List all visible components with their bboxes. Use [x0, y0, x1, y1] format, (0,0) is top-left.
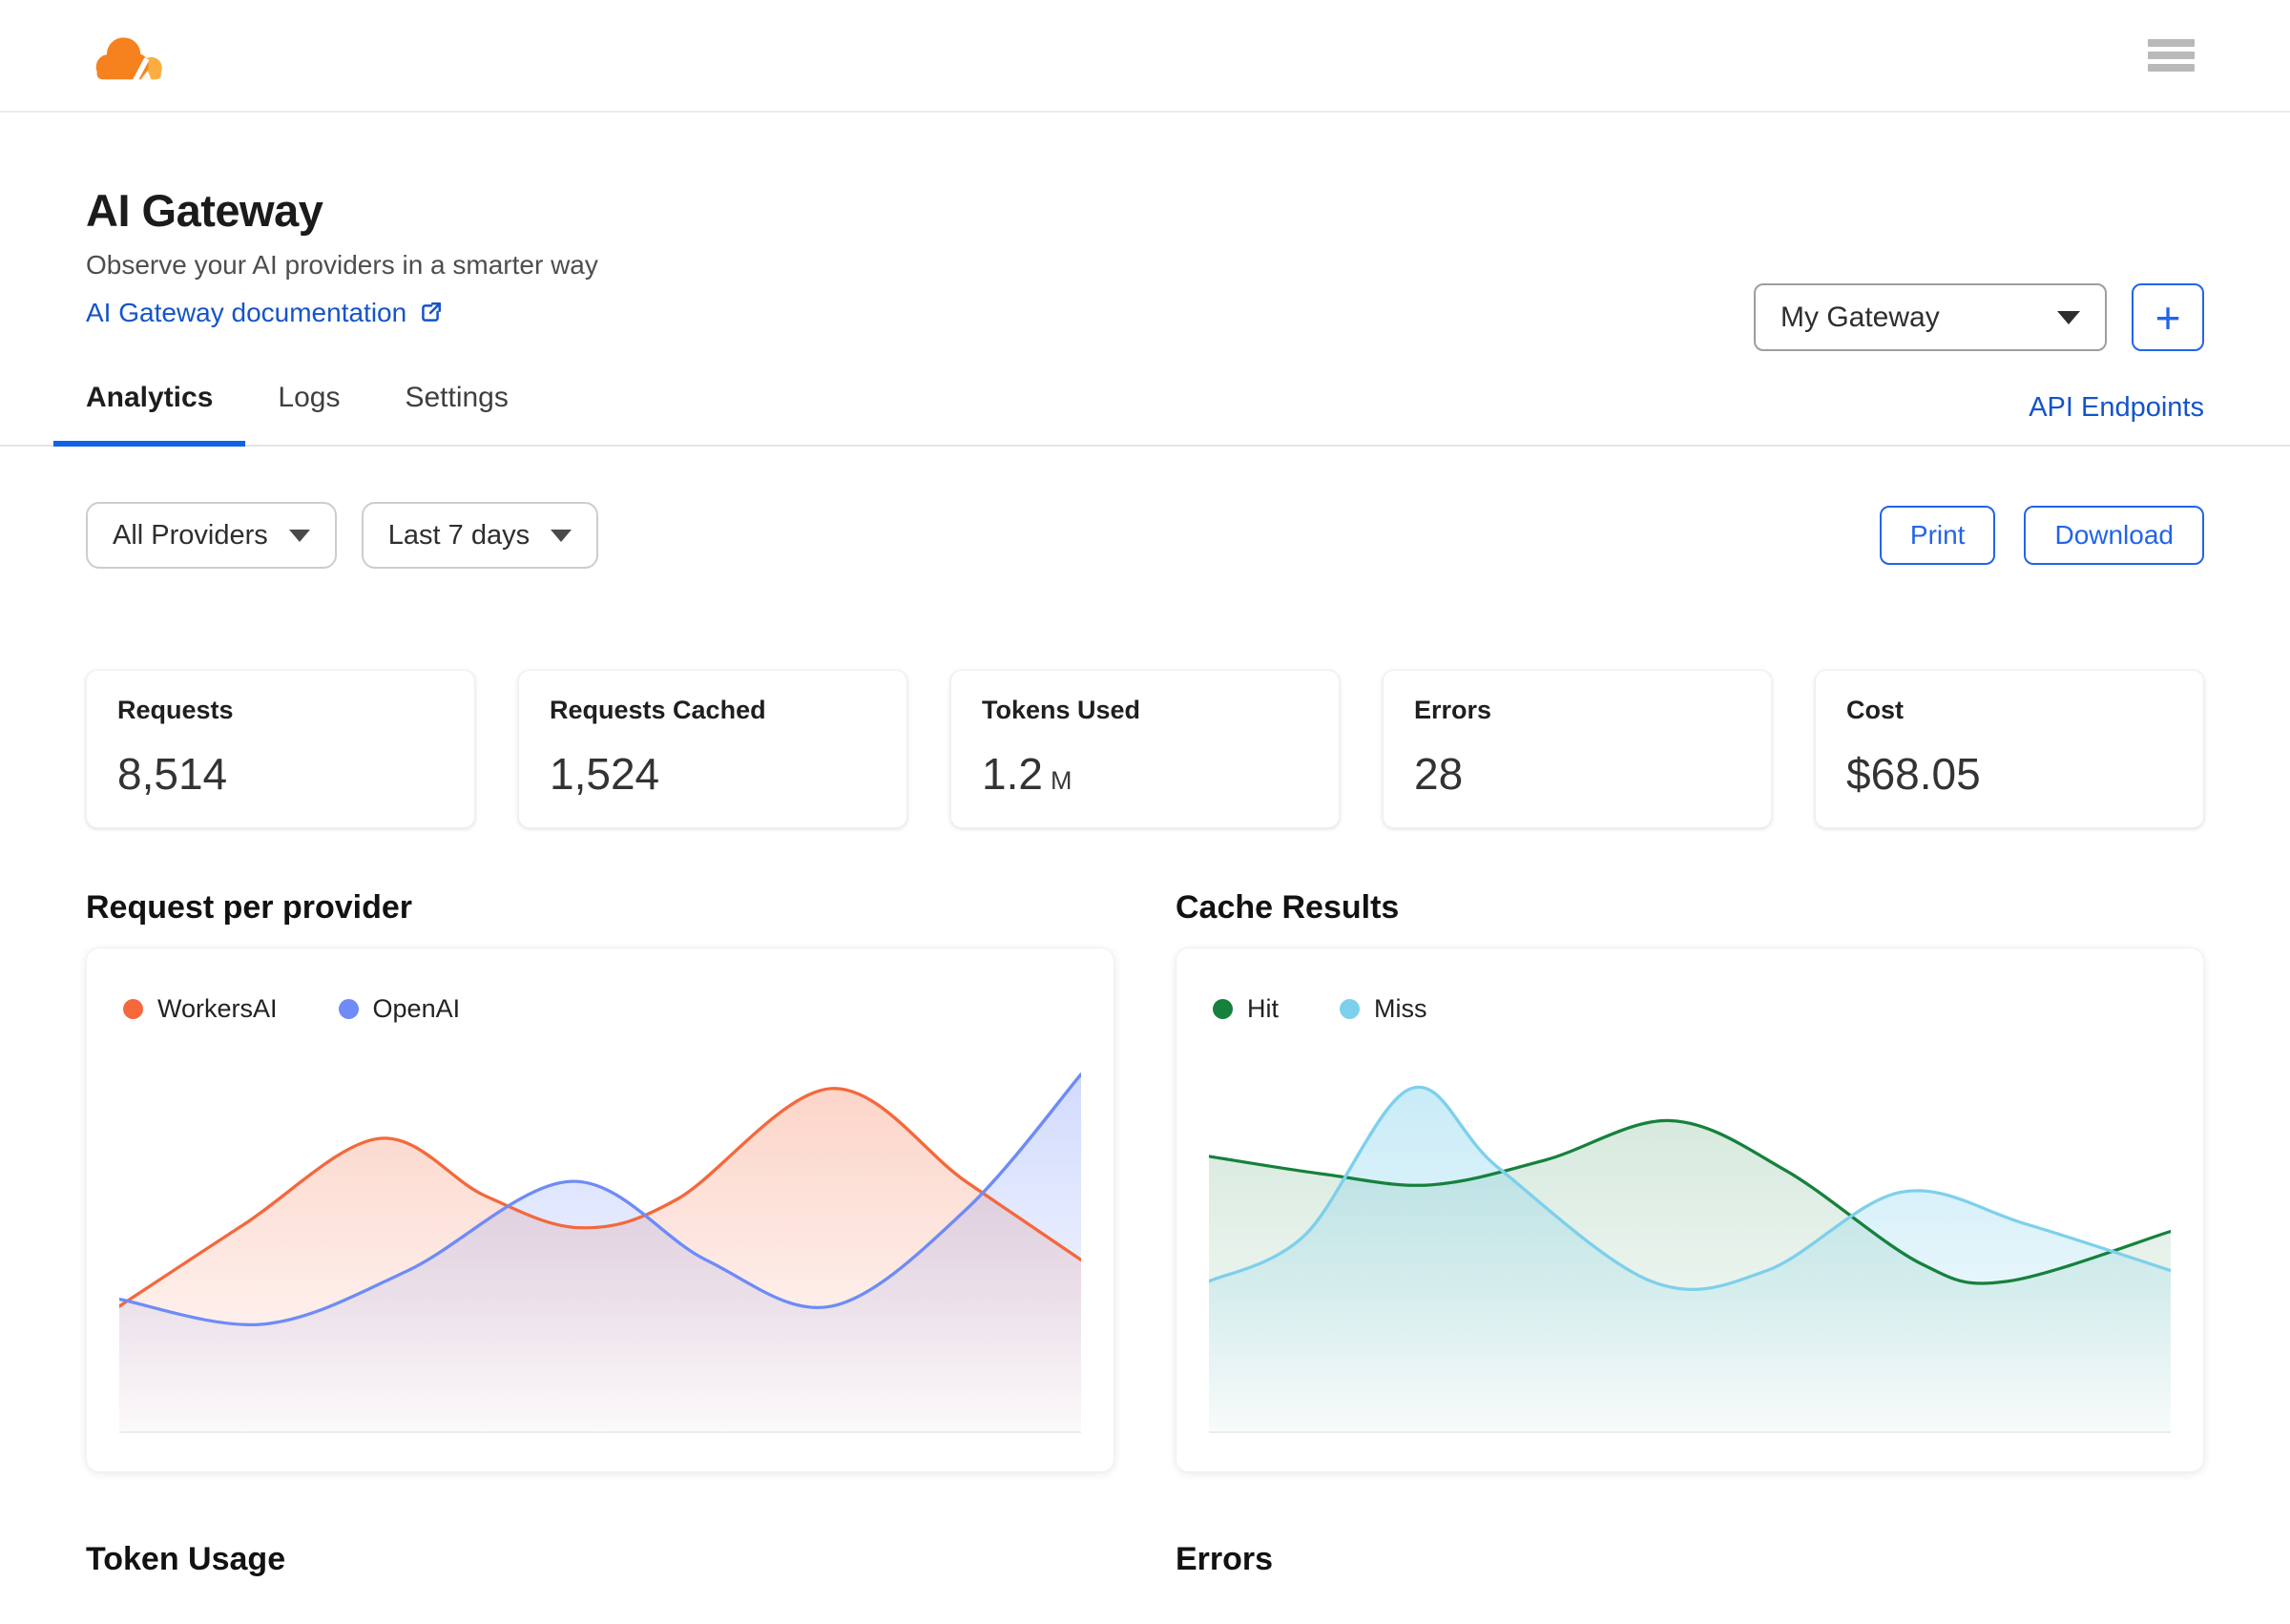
stat-label: Errors	[1414, 696, 1492, 725]
stats-row: Requests 8,514 Requests Cached 1,524 Tok…	[86, 670, 2204, 829]
cloudflare-logo	[95, 37, 162, 82]
documentation-link[interactable]: AI Gateway documentation	[86, 298, 443, 328]
gateway-controls: My Gateway +	[1754, 283, 2204, 351]
stat-value: 1.2 M	[982, 749, 1072, 800]
chevron-down-icon	[288, 529, 310, 542]
stat-card-requests-cached: Requests Cached 1,524	[518, 670, 907, 829]
providers-select-value: All Providers	[113, 519, 268, 551]
chevron-down-icon	[2057, 310, 2080, 324]
legend-dot-workersai	[123, 999, 143, 1020]
errors-section-title: Errors	[1176, 1541, 1274, 1578]
legend-item-openai: OpenAI	[338, 994, 460, 1024]
plus-icon: +	[2155, 292, 2181, 343]
stat-value: 8,514	[117, 749, 228, 800]
date-range-select-value: Last 7 days	[387, 519, 531, 551]
requests-chart-legend: WorkersAI OpenAI	[123, 994, 460, 1024]
legend-dot-miss	[1340, 999, 1360, 1020]
tabs-bar: Analytics Logs Settings API Endpoints	[0, 382, 2290, 448]
tab-analytics[interactable]: Analytics	[53, 382, 246, 448]
legend-item-workersai: WorkersAI	[123, 994, 278, 1024]
stat-card-requests: Requests 8,514	[86, 670, 475, 829]
stat-value: 1,524	[550, 749, 660, 800]
gateway-select[interactable]: My Gateway	[1754, 283, 2107, 351]
tab-settings[interactable]: Settings	[372, 382, 540, 445]
bottom-sections: Token Usage Errors	[86, 1541, 2204, 1599]
cache-chart-plot	[1209, 1061, 2171, 1432]
page-subtitle: Observe your AI providers in a smarter w…	[86, 250, 598, 281]
charts-section: Request per provider WorkersAI OpenAI Ca…	[86, 889, 2204, 1473]
cache-area-chart	[1209, 1085, 2171, 1432]
requests-area-chart	[119, 1072, 1081, 1432]
x-axis-baseline	[119, 1431, 1081, 1434]
x-axis-baseline	[1209, 1431, 2171, 1434]
legend-dot-openai	[338, 999, 359, 1020]
legend-item-hit: Hit	[1213, 994, 1279, 1024]
cache-chart-title: Cache Results	[1176, 889, 1400, 927]
stat-label: Requests	[117, 696, 234, 725]
token-usage-title: Token Usage	[86, 1541, 286, 1578]
stat-label: Requests Cached	[550, 696, 766, 725]
legend-dot-hit	[1213, 999, 1233, 1020]
external-link-icon	[422, 302, 442, 322]
cache-chart-card: Hit Miss	[1176, 947, 2204, 1473]
tab-logs[interactable]: Logs	[245, 382, 372, 445]
topbar	[0, 0, 2290, 113]
download-button[interactable]: Download	[2024, 506, 2204, 566]
gateway-select-value: My Gateway	[1780, 301, 1940, 333]
stat-card-tokens-used: Tokens Used 1.2 M	[950, 670, 1340, 829]
stat-card-errors: Errors 28	[1383, 670, 1772, 829]
chevron-down-icon	[551, 529, 572, 542]
filter-row: All Providers Last 7 days Print Download	[86, 502, 2204, 570]
stat-label: Tokens Used	[982, 696, 1141, 725]
requests-chart-plot	[119, 1061, 1081, 1432]
requests-chart-title: Request per provider	[86, 889, 412, 927]
cache-chart-column: Cache Results Hit Miss	[1176, 889, 2204, 1473]
menu-hamburger-icon[interactable]	[2148, 39, 2195, 72]
add-gateway-button[interactable]: +	[2132, 283, 2204, 351]
date-range-select[interactable]: Last 7 days	[361, 502, 599, 570]
documentation-link-label: AI Gateway documentation	[86, 298, 407, 328]
api-endpoints-link[interactable]: API Endpoints	[2029, 392, 2204, 445]
requests-chart-column: Request per provider WorkersAI OpenAI	[86, 889, 1114, 1473]
cache-chart-legend: Hit Miss	[1213, 994, 1427, 1024]
stat-value: $68.05	[1846, 749, 1981, 800]
tabs: Analytics Logs Settings	[53, 382, 541, 448]
page-title: AI Gateway	[86, 185, 323, 236]
stat-value: 28	[1414, 749, 1464, 800]
page-header: AI Gateway Observe your AI providers in …	[0, 113, 2290, 351]
legend-item-miss: Miss	[1340, 994, 1427, 1024]
unit-suffix: M	[1050, 766, 1072, 796]
stat-card-cost: Cost $68.05	[1815, 670, 2204, 829]
print-button[interactable]: Print	[1879, 506, 1996, 566]
providers-select[interactable]: All Providers	[86, 502, 337, 570]
requests-chart-card: WorkersAI OpenAI	[86, 947, 1114, 1473]
stat-label: Cost	[1846, 696, 1904, 725]
